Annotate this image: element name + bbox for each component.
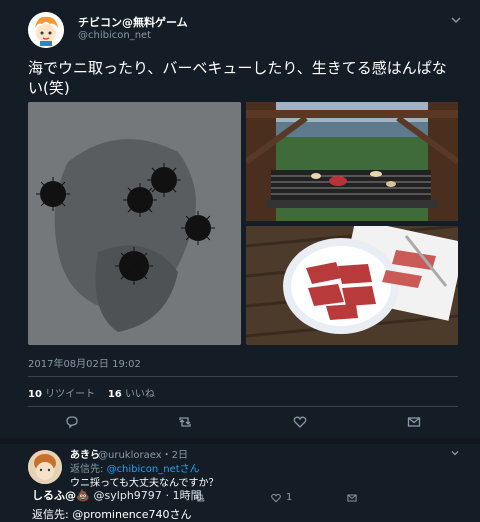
author-avatar[interactable] [28,12,64,48]
heart-icon[interactable] [270,492,282,504]
reply-icon[interactable] [64,414,80,430]
tweet-media [28,102,458,345]
direct-message-icon[interactable] [406,414,422,430]
retweet-label[interactable]: リツイート [45,389,95,400]
photo-sea-urchins[interactable] [28,102,241,345]
overlay-reply-header: しるふ@💩 @sylph9797 · 1時間 [32,487,202,503]
thread-separator [0,438,480,444]
retweet-count[interactable]: 10 [28,389,42,400]
tweet-text: 海でウニ取ったり、バーベキューしたり、生きてる感はんぱない(笑) [28,59,447,97]
reply-like-count: 1 [286,492,293,503]
tweet-actions [28,414,458,434]
reply-author-handle: @urukloraex・2日 [98,446,188,461]
like-count[interactable]: 16 [108,389,122,400]
meat-plate-image [246,226,458,345]
divider [28,406,458,407]
overlay-reply-name[interactable]: しるふ@💩 [32,489,90,502]
overlay-reply-time: · 1時間 [165,489,202,502]
reply-to-line: 返信先: @chibicon_netさん [70,460,200,475]
direct-message-icon[interactable] [346,492,358,504]
chibi-character-icon [28,12,64,48]
author-name[interactable]: チビコン@無料ゲーム [78,14,188,30]
reply-author-name[interactable]: あきら [70,446,100,461]
chevron-down-icon[interactable] [450,448,460,458]
photo-bbq-grill[interactable] [246,102,458,221]
overlay-reply-handle[interactable]: @sylph9797 [94,489,162,502]
tweet-stats: 10 リツイート 16 いいね [28,385,155,400]
author-handle[interactable]: @chibicon_net [78,30,151,41]
tweet-timestamp[interactable]: 2017年08月02日 19:02 [28,355,141,370]
sea-urchin-image [28,102,241,345]
avatar-icon [28,450,62,484]
retweet-icon[interactable] [177,414,193,430]
chevron-down-icon[interactable] [450,14,462,26]
like-label[interactable]: いいね [125,389,155,400]
bbq-grill-image [246,102,458,221]
photo-meat-plate[interactable] [246,226,458,345]
overlay-reply-to: 返信先: @prominence740さん [32,508,192,521]
heart-icon[interactable] [292,414,308,430]
divider [28,376,458,377]
reply-author-avatar[interactable] [28,450,62,484]
